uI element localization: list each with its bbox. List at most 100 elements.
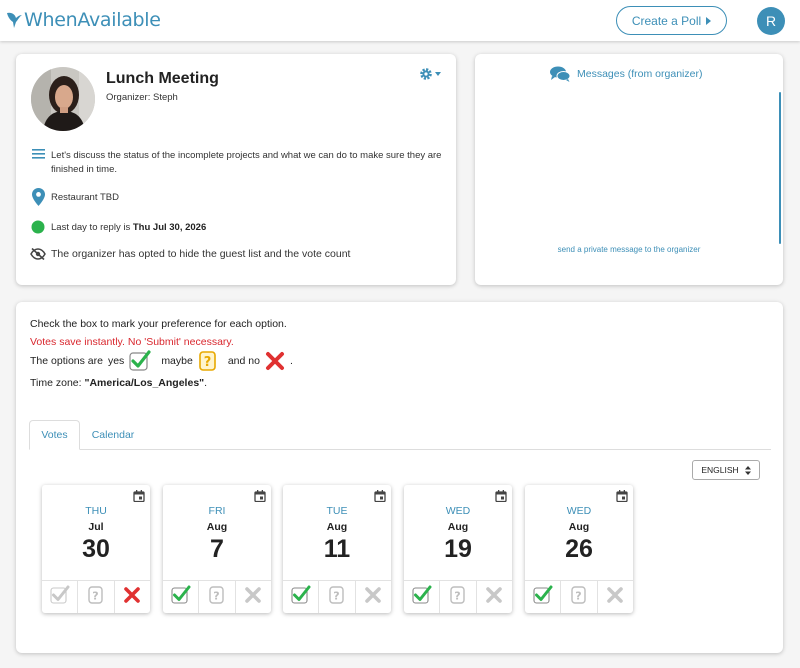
check-icon bbox=[412, 585, 432, 610]
event-location: Restaurant TBD bbox=[51, 191, 119, 203]
guest-list-note: The organizer has opted to hide the gues… bbox=[51, 248, 351, 260]
comments-icon bbox=[550, 66, 570, 82]
user-avatar-button[interactable]: R bbox=[757, 7, 785, 35]
logo-text: WhenAvailable bbox=[24, 9, 161, 31]
date-option-card: WED Aug 19? bbox=[404, 485, 512, 613]
check-icon bbox=[533, 585, 553, 610]
top-navbar: WhenAvailable Create a Poll R bbox=[0, 0, 800, 41]
app-logo[interactable]: WhenAvailable bbox=[6, 9, 161, 31]
lines-icon bbox=[30, 149, 46, 159]
messages-header: Messages (from organizer) bbox=[550, 66, 702, 82]
x-icon bbox=[244, 586, 262, 609]
svg-text:?: ? bbox=[92, 589, 98, 602]
event-title: Lunch Meeting bbox=[106, 70, 219, 87]
vote-no-button[interactable] bbox=[596, 581, 633, 613]
date-option-card: TUE Aug 11? bbox=[283, 485, 391, 613]
deadline-row: Last day to reply is Thu Jul 30, 2026 bbox=[30, 220, 206, 234]
vote-yes-button[interactable] bbox=[525, 581, 560, 613]
messages-card: Messages (from organizer) send a private… bbox=[475, 54, 783, 285]
eye-slash-icon bbox=[30, 248, 46, 260]
day-number: 26 bbox=[565, 535, 593, 563]
legend-period: . bbox=[289, 355, 293, 367]
status-dot-icon bbox=[30, 220, 46, 234]
settings-menu-button[interactable] bbox=[419, 67, 441, 81]
check-icon bbox=[171, 585, 191, 610]
vote-yes-button[interactable] bbox=[163, 581, 198, 613]
vote-yes-button[interactable] bbox=[404, 581, 439, 613]
guest-list-row: The organizer has opted to hide the gues… bbox=[30, 248, 350, 260]
messages-scrollbar[interactable] bbox=[779, 92, 781, 244]
month: Jul bbox=[88, 521, 104, 533]
view-tabs: Votes Calendar bbox=[29, 420, 771, 450]
month: Aug bbox=[447, 521, 469, 533]
caret-right-icon bbox=[706, 16, 712, 25]
create-poll-label: Create a Poll bbox=[631, 13, 702, 28]
create-poll-button[interactable]: Create a Poll bbox=[616, 6, 727, 35]
private-message-link[interactable]: send a private message to the organizer bbox=[475, 245, 783, 254]
svg-text:?: ? bbox=[454, 589, 460, 602]
check-icon bbox=[129, 350, 151, 371]
question-icon: ? bbox=[570, 585, 588, 610]
voting-card: Check the box to mark your preference fo… bbox=[16, 302, 783, 653]
x-icon bbox=[123, 586, 141, 609]
x-icon bbox=[364, 586, 382, 609]
vote-buttons: ? bbox=[163, 580, 271, 613]
timezone-line: Time zone: "America/Los_Angeles". bbox=[30, 377, 208, 389]
day-of-week: WED bbox=[445, 505, 471, 517]
avatar-letter: R bbox=[765, 13, 777, 29]
vote-maybe-button[interactable]: ? bbox=[77, 581, 113, 613]
date-option-card: THU Jul 30? bbox=[42, 485, 150, 613]
day-of-week: FRI bbox=[208, 505, 226, 517]
svg-text:?: ? bbox=[213, 589, 219, 602]
x-icon bbox=[265, 352, 284, 370]
messages-title: Messages (from organizer) bbox=[577, 68, 703, 80]
deadline-date: Thu Jul 30, 2026 bbox=[132, 221, 207, 233]
language-select[interactable]: ENGLISH bbox=[692, 460, 760, 480]
vote-buttons: ? bbox=[42, 580, 150, 613]
day-number: 19 bbox=[444, 535, 472, 563]
vote-yes-button[interactable] bbox=[42, 581, 77, 613]
deadline-label: Last day to reply is bbox=[51, 221, 131, 233]
month: Aug bbox=[568, 521, 590, 533]
vote-maybe-button[interactable]: ? bbox=[318, 581, 354, 613]
question-icon: ? bbox=[199, 351, 216, 371]
bird-logo-icon bbox=[7, 12, 22, 28]
date-option-card: FRI Aug 7? bbox=[163, 485, 271, 613]
month: Aug bbox=[206, 521, 228, 533]
day-of-week: TUE bbox=[326, 505, 348, 517]
location-row: Restaurant TBD bbox=[30, 188, 119, 206]
day-of-week: WED bbox=[566, 505, 592, 517]
svg-text:?: ? bbox=[204, 355, 212, 370]
svg-text:?: ? bbox=[333, 589, 339, 602]
x-icon bbox=[606, 586, 624, 609]
vote-no-button[interactable] bbox=[475, 581, 512, 613]
question-icon: ? bbox=[208, 585, 226, 610]
day-of-week: THU bbox=[85, 505, 107, 517]
event-details-card: Lunch Meeting Organizer: Steph Let's dis… bbox=[16, 54, 456, 285]
event-organizer: Organizer: Steph bbox=[106, 92, 178, 103]
voting-instruction: Check the box to mark your preference fo… bbox=[30, 318, 287, 330]
tab-calendar[interactable]: Calendar bbox=[90, 420, 136, 450]
month: Aug bbox=[326, 521, 348, 533]
question-icon: ? bbox=[449, 585, 467, 610]
maybe-label: maybe bbox=[161, 355, 193, 367]
check-icon bbox=[50, 585, 70, 610]
vote-no-button[interactable] bbox=[113, 581, 150, 613]
vote-no-button[interactable] bbox=[234, 581, 271, 613]
vote-buttons: ? bbox=[404, 580, 512, 613]
vote-yes-button[interactable] bbox=[283, 581, 318, 613]
and-no-label: and no bbox=[227, 355, 260, 367]
question-icon: ? bbox=[87, 585, 105, 610]
vote-maybe-button[interactable]: ? bbox=[560, 581, 596, 613]
yes-label: yes bbox=[107, 355, 125, 367]
language-value: ENGLISH bbox=[701, 465, 739, 475]
date-option-card: WED Aug 26? bbox=[525, 485, 633, 613]
vote-maybe-button[interactable]: ? bbox=[439, 581, 475, 613]
tab-votes[interactable]: Votes bbox=[29, 420, 80, 450]
timezone-value: "America/Los_Angeles" bbox=[84, 377, 205, 389]
vote-maybe-button[interactable]: ? bbox=[198, 581, 234, 613]
vote-no-button[interactable] bbox=[354, 581, 391, 613]
svg-text:?: ? bbox=[575, 589, 581, 602]
day-number: 30 bbox=[82, 535, 110, 563]
vote-buttons: ? bbox=[525, 580, 633, 613]
